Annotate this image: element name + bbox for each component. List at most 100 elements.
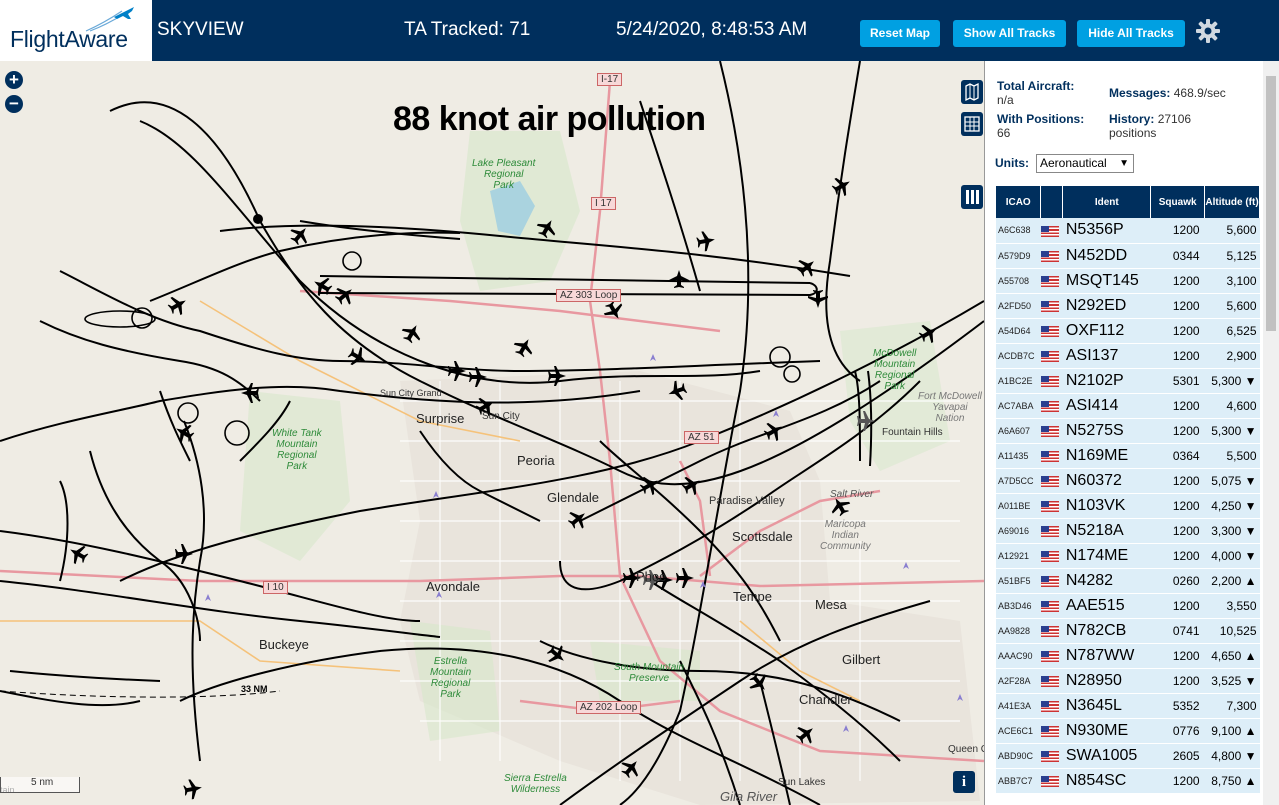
zoom-out-button[interactable]: −	[5, 95, 23, 113]
cell-icao: A579D9	[996, 243, 1041, 269]
grid-toggle-button[interactable]	[961, 112, 983, 136]
cell-ident: AAE515	[1062, 593, 1151, 619]
cell-altitude: 4,600	[1204, 393, 1260, 419]
table-row[interactable]: ACDB7C ASI137 1200 2,900	[996, 343, 1260, 369]
scrollbar-thumb[interactable]	[1266, 76, 1276, 331]
map-label-sun-lakes: Sun Lakes	[778, 777, 826, 788]
map-label-gila-river: Gila River	[720, 789, 778, 804]
table-row[interactable]: A54D64 OXF112 1200 6,525	[996, 318, 1260, 344]
table-row[interactable]: AC7ABA ASI414 1200 4,600	[996, 393, 1260, 419]
cell-altitude: 5,300 ▼	[1204, 368, 1260, 394]
cell-altitude: 5,125	[1204, 243, 1260, 269]
clock: 5/24/2020, 8:48:53 AM	[616, 19, 808, 40]
table-row[interactable]: ACE6C1 N930ME 0776 9,100 ▲	[996, 718, 1260, 744]
cell-ident: N5356P	[1062, 218, 1151, 244]
column-header-icao[interactable]: ICAO	[996, 186, 1042, 218]
table-row[interactable]: A2F28A N28950 1200 3,525 ▼	[996, 668, 1260, 694]
cell-flag	[1040, 618, 1063, 644]
us-flag-icon	[1040, 475, 1059, 487]
cell-altitude: 3,525 ▼	[1204, 668, 1260, 694]
cell-altitude: 3,550	[1204, 593, 1260, 619]
map-label-sun-city: Sun City	[482, 411, 520, 422]
cell-squawk: 1200	[1150, 293, 1205, 319]
column-header-altitude[interactable]: Altitude (ft)	[1204, 186, 1260, 218]
table-row[interactable]: A579D9 N452DD 0344 5,125	[996, 243, 1260, 269]
us-flag-icon	[1040, 650, 1059, 662]
map-label-salt-river: Salt River	[830, 489, 874, 500]
aircraft-table: ICAO Ident Squawk Altitude (ft) A6C638 N5…	[996, 186, 1260, 794]
cell-flag	[1040, 568, 1063, 594]
table-row[interactable]: AB3D46 AAE515 1200 3,550	[996, 593, 1260, 619]
cell-flag	[1040, 368, 1063, 394]
cell-squawk: 0344	[1150, 243, 1205, 269]
hide-all-tracks-button[interactable]: Hide All Tracks	[1077, 20, 1185, 47]
table-row[interactable]: ABB7C7 N854SC 1200 8,750 ▲	[996, 768, 1260, 794]
table-row[interactable]: A41E3A N3645L 5352 7,300	[996, 693, 1260, 719]
table-row[interactable]: ABD90C SWA1005 2605 4,800 ▼	[996, 743, 1260, 769]
columns-icon	[966, 190, 979, 204]
cell-altitude: 8,750 ▲	[1204, 768, 1260, 794]
reset-map-button[interactable]: Reset Map	[860, 20, 940, 47]
cell-squawk: 1200	[1150, 643, 1205, 669]
table-row[interactable]: A6C638 N5356P 1200 5,600	[996, 218, 1260, 244]
cell-altitude: 5,500	[1204, 443, 1260, 469]
cell-ident: N2102P	[1062, 368, 1151, 394]
map-layer-button[interactable]	[961, 80, 983, 104]
cell-icao: A2F28A	[996, 668, 1041, 694]
cell-icao: A6C638	[996, 218, 1041, 244]
cell-flag	[1040, 268, 1063, 294]
map-view[interactable]: + − 88 knot air pollution Surprise Sun C…	[0, 61, 984, 805]
us-flag-icon	[1040, 250, 1059, 262]
table-row[interactable]: A2FD50 N292ED 1200 5,600	[996, 293, 1260, 319]
gear-icon[interactable]	[1195, 18, 1221, 44]
map-label-surprise: Surprise	[416, 411, 465, 426]
cell-flag	[1040, 418, 1063, 444]
total-aircraft-stat: Total Aircraft: n/a	[997, 79, 1074, 107]
map-label-sun-city-grand: Sun City Grand	[380, 388, 442, 398]
map-icon	[965, 82, 979, 102]
column-header-ident[interactable]: Ident	[1062, 186, 1152, 218]
table-row[interactable]: A12921 N174ME 1200 4,000 ▼	[996, 543, 1260, 569]
units-select[interactable]: Aeronautical ▼	[1036, 154, 1134, 173]
top-header: FlightAware SKYVIEW TA Tracked: 71 5/24/…	[0, 0, 1279, 61]
cell-ident: ASI137	[1062, 343, 1151, 369]
cell-squawk: 0776	[1150, 718, 1205, 744]
table-row[interactable]: A11435 N169ME 0364 5,500	[996, 443, 1260, 469]
column-header-flag[interactable]	[1040, 186, 1064, 218]
cell-flag	[1040, 668, 1063, 694]
table-row[interactable]: A55708 MSQT145 1200 3,100	[996, 268, 1260, 294]
flightaware-logo[interactable]: FlightAware	[0, 0, 152, 61]
cell-icao: AB3D46	[996, 593, 1041, 619]
cell-flag	[1040, 543, 1063, 569]
messages-value: 468.9/sec	[1173, 86, 1226, 100]
cell-altitude: 10,525	[1204, 618, 1260, 644]
us-flag-icon	[1040, 500, 1059, 512]
us-flag-icon	[1040, 400, 1059, 412]
road-shield-az303: AZ 303 Loop	[556, 289, 622, 302]
table-row[interactable]: A7D5CC N60372 1200 5,075 ▼	[996, 468, 1260, 494]
cell-squawk: 0260	[1150, 568, 1205, 594]
map-overlay-title: 88 knot air pollution	[393, 100, 706, 138]
zoom-in-button[interactable]: +	[5, 71, 23, 89]
table-row[interactable]: A011BE N103VK 1200 4,250 ▼	[996, 493, 1260, 519]
cell-flag	[1040, 243, 1063, 269]
table-row[interactable]: AA9828 N782CB 0741 10,525	[996, 618, 1260, 644]
chevron-down-icon: ▼	[1119, 158, 1129, 169]
columns-toggle-button[interactable]	[961, 185, 983, 209]
table-row[interactable]: A1BC2E N2102P 5301 5,300 ▼	[996, 368, 1260, 394]
cell-ident: N4282	[1062, 568, 1151, 594]
cell-icao: AC7ABA	[996, 393, 1041, 419]
column-header-squawk[interactable]: Squawk	[1150, 186, 1206, 218]
show-all-tracks-button[interactable]: Show All Tracks	[953, 20, 1066, 47]
logo-text: FlightAware	[10, 26, 128, 52]
cell-altitude: 4,250 ▼	[1204, 493, 1260, 519]
info-button[interactable]: i	[953, 771, 975, 793]
cell-icao: A69016	[996, 518, 1041, 544]
table-row[interactable]: A51BF5 N4282 0260 2,200 ▲	[996, 568, 1260, 594]
table-row[interactable]: A6A607 N5275S 1200 5,300 ▼	[996, 418, 1260, 444]
table-row[interactable]: A69016 N5218A 1200 3,300 ▼	[996, 518, 1260, 544]
table-row[interactable]: AAAC90 N787WW 1200 4,650 ▲	[996, 643, 1260, 669]
us-flag-icon	[1040, 450, 1059, 462]
cell-squawk: 1200	[1150, 218, 1205, 244]
panel-scrollbar[interactable]	[1263, 61, 1279, 805]
